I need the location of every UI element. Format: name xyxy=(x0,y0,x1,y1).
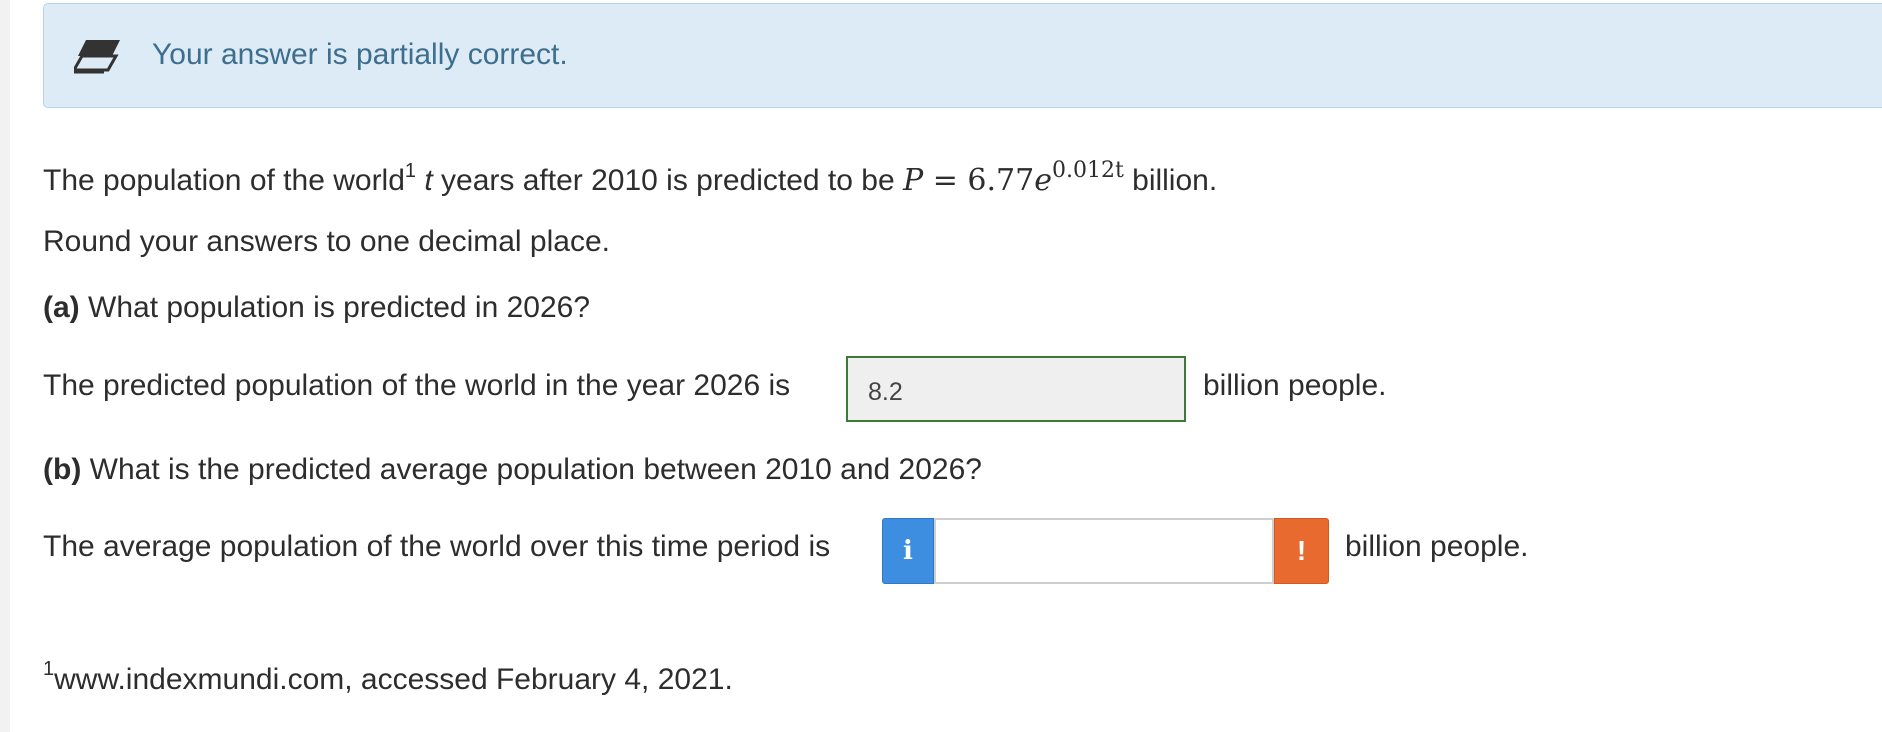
problem-text-end: billion. xyxy=(1123,164,1218,197)
problem-text-start: The population of the world xyxy=(43,164,405,197)
part-b-question: (b) What is the predicted average popula… xyxy=(43,453,982,487)
part-b-unit: billion people. xyxy=(1345,530,1529,563)
part-b-label: (b) xyxy=(43,453,82,486)
formula-lhs: P xyxy=(903,163,924,198)
feedback-message: Your answer is partially correct. xyxy=(152,38,568,71)
footnote: 1www.indexmundi.com, accessed February 4… xyxy=(43,658,733,697)
part-a-question: (a) What population is predicted in 2026… xyxy=(43,291,590,325)
part-a-label: (a) xyxy=(43,291,80,324)
footnote-mark: 1 xyxy=(43,658,55,680)
formula-equals: = xyxy=(923,163,968,198)
formula-base: e xyxy=(1034,163,1052,198)
part-a-unit: billion people. xyxy=(1203,369,1387,402)
warning-icon[interactable]: ! xyxy=(1274,518,1329,584)
eraser-icon xyxy=(71,34,124,74)
part-a-prompt: The predicted population of the world in… xyxy=(43,369,791,402)
info-icon[interactable]: i xyxy=(882,518,934,584)
rounding-instruction: Round your answers to one decimal place. xyxy=(43,225,610,258)
part-a-question-text: What population is predicted in 2026? xyxy=(79,291,591,324)
problem-text-middle: years after 2010 is predicted to be xyxy=(432,164,903,197)
formula-coefficient: 6.77 xyxy=(967,163,1035,198)
feedback-banner: Your answer is partially correct. xyxy=(43,3,1882,108)
part-b-question-text: What is the predicted average population… xyxy=(81,453,982,486)
part-a-answer-input[interactable]: 8.2 xyxy=(846,356,1186,422)
variable-t: t xyxy=(424,164,433,197)
population-formula: P = 6.77e0.012t xyxy=(903,158,1124,198)
footnote-ref[interactable]: 1 xyxy=(405,160,416,182)
problem-statement: The population of the world1 t years aft… xyxy=(43,158,1217,198)
left-gutter xyxy=(0,0,10,732)
part-b-prompt: The average population of the world over… xyxy=(43,530,831,563)
part-b-answer-input[interactable] xyxy=(934,518,1274,584)
formula-exponent: 0.012t xyxy=(1051,158,1124,183)
footnote-text: www.indexmundi.com, accessed February 4,… xyxy=(54,663,733,696)
